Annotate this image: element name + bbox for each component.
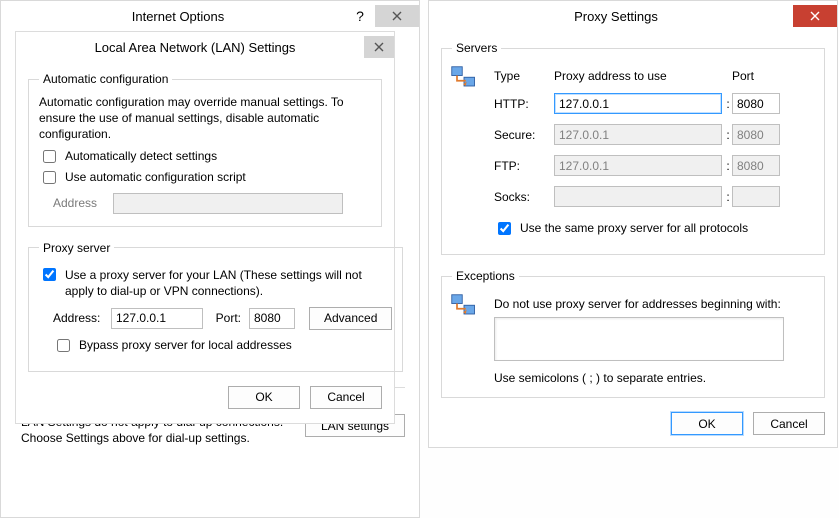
port-header: Port: [732, 69, 782, 83]
secure-label: Secure:: [494, 128, 554, 142]
use-script-checkbox[interactable]: [43, 171, 56, 184]
script-address-label: Address: [53, 196, 107, 210]
exceptions-text: Do not use proxy server for addresses be…: [494, 297, 814, 311]
bypass-local-label: Bypass proxy server for local addresses: [79, 338, 292, 352]
internet-options-title: Internet Options: [11, 9, 345, 24]
socks-label: Socks:: [494, 190, 554, 204]
network-icon: [450, 65, 478, 93]
same-proxy-checkbox[interactable]: [498, 222, 511, 235]
colon-separator: :: [724, 159, 732, 173]
lan-settings-dialog: Local Area Network (LAN) Settings Automa…: [15, 31, 395, 424]
exceptions-hint: Use semicolons ( ; ) to separate entries…: [494, 371, 814, 385]
proxy-titlebar: Proxy Settings: [429, 1, 837, 31]
same-proxy-label: Use the same proxy server for all protoc…: [520, 221, 748, 235]
use-proxy-checkbox[interactable]: [43, 268, 56, 281]
proxy-port-input[interactable]: [249, 308, 295, 329]
auto-config-group: Automatic configuration Automatic config…: [28, 72, 382, 227]
ok-button[interactable]: OK: [228, 386, 300, 409]
auto-detect-row[interactable]: Automatically detect settings: [39, 149, 371, 166]
http-port-input[interactable]: [732, 93, 780, 114]
ftp-address-input: [554, 155, 722, 176]
auto-config-legend: Automatic configuration: [39, 72, 172, 86]
http-label: HTTP:: [494, 97, 554, 111]
network-icon: [450, 293, 478, 321]
auto-detect-checkbox[interactable]: [43, 150, 56, 163]
socks-address-input: [554, 186, 722, 207]
address-header: Proxy address to use: [554, 69, 724, 83]
close-icon[interactable]: [793, 5, 837, 27]
internet-options-titlebar: Internet Options ?: [1, 1, 419, 31]
servers-legend: Servers: [452, 41, 501, 55]
colon-separator: :: [724, 190, 732, 204]
bypass-local-checkbox[interactable]: [57, 339, 70, 352]
help-icon[interactable]: ?: [345, 8, 375, 24]
close-icon[interactable]: [364, 36, 394, 58]
ok-button[interactable]: OK: [671, 412, 743, 435]
proxy-address-label: Address:: [53, 311, 103, 325]
lan-title: Local Area Network (LAN) Settings: [26, 40, 364, 55]
use-proxy-label: Use a proxy server for your LAN (These s…: [65, 267, 392, 299]
bypass-local-row[interactable]: Bypass proxy server for local addresses: [53, 338, 392, 355]
http-address-input[interactable]: [554, 93, 722, 114]
close-icon[interactable]: [375, 5, 419, 27]
lan-titlebar: Local Area Network (LAN) Settings: [16, 32, 394, 62]
use-script-row[interactable]: Use automatic configuration script: [39, 170, 371, 187]
colon-separator: :: [724, 97, 732, 111]
proxy-group: Proxy server Use a proxy server for your…: [28, 241, 403, 372]
auto-config-text: Automatic configuration may override man…: [39, 94, 371, 143]
ftp-label: FTP:: [494, 159, 554, 173]
same-proxy-row[interactable]: Use the same proxy server for all protoc…: [494, 221, 814, 238]
proxy-port-label: Port:: [211, 311, 241, 325]
secure-port-input: [732, 124, 780, 145]
cancel-button[interactable]: Cancel: [310, 386, 382, 409]
auto-detect-label: Automatically detect settings: [65, 149, 217, 163]
socks-port-input: [732, 186, 780, 207]
ftp-port-input: [732, 155, 780, 176]
use-proxy-row[interactable]: Use a proxy server for your LAN (These s…: [39, 267, 392, 299]
proxy-settings-window: Proxy Settings Servers Type Proxy addres…: [428, 0, 838, 448]
use-script-label: Use automatic configuration script: [65, 170, 246, 184]
advanced-button[interactable]: Advanced: [309, 307, 392, 330]
proxy-legend: Proxy server: [39, 241, 114, 255]
proxy-address-input[interactable]: [111, 308, 203, 329]
internet-options-window: Internet Options ? Local Area Network (L…: [0, 0, 420, 518]
script-address-input: [113, 193, 343, 214]
secure-address-input: [554, 124, 722, 145]
servers-group: Servers Type Proxy address to use Port H…: [441, 41, 825, 255]
type-header: Type: [494, 69, 554, 83]
exceptions-group: Exceptions Do not use proxy server for a…: [441, 269, 825, 398]
colon-separator: :: [724, 128, 732, 142]
exceptions-textarea[interactable]: [494, 317, 784, 361]
exceptions-legend: Exceptions: [452, 269, 519, 283]
cancel-button[interactable]: Cancel: [753, 412, 825, 435]
proxy-title: Proxy Settings: [439, 9, 793, 24]
